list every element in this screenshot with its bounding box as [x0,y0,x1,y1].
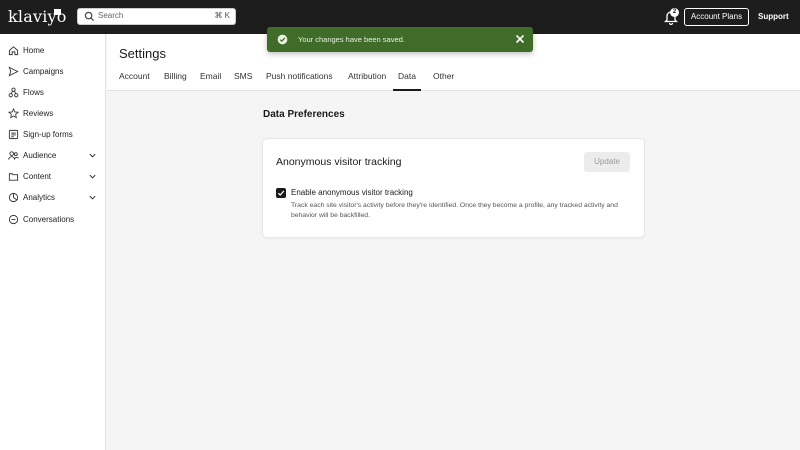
search-input[interactable]: Search ⌘ K [77,8,236,25]
sidebar-item-label: Campaigns [23,67,64,76]
sidebar-item-conversations[interactable]: Conversations [0,211,106,229]
chart-icon [8,192,19,203]
chevron-down-icon [89,174,96,179]
chat-icon [8,214,19,225]
tab-attribution[interactable]: Attribution [348,71,386,91]
notifications-badge: 2 [670,8,679,17]
sidebar-item-audience[interactable]: Audience [0,147,106,165]
home-icon [8,46,19,56]
search-icon [84,11,95,22]
anonymous-tracking-card: Anonymous visitor tracking Update Enable… [263,139,644,237]
folder-icon [8,173,19,181]
sidebar-item-label: Reviews [23,109,54,118]
search-shortcut: ⌘ K [214,11,230,20]
tab-other[interactable]: Other [433,71,454,91]
main-content: Settings Account Billing Email SMS Push … [107,34,800,450]
checkbox-description: Track each site visitor's activity befor… [291,202,618,219]
toast-message: Your changes have been saved. [298,35,405,44]
tab-data[interactable]: Data [393,71,421,91]
tab-push-notifications[interactable]: Push notifications [266,71,333,91]
support-link[interactable]: Support [758,12,789,21]
tab-sms[interactable]: SMS [234,71,252,91]
sidebar-item-label: Flows [23,88,44,97]
sidebar-item-home[interactable]: Home [0,42,106,60]
logo-flag-icon [54,9,61,15]
tab-email[interactable]: Email [200,71,221,91]
card-title: Anonymous visitor tracking [276,156,402,168]
send-icon [8,66,19,77]
form-icon [8,129,19,140]
sidebar-item-label: Analytics [23,193,56,202]
sidebar-item-reviews[interactable]: Reviews [0,105,106,123]
checkbox-label[interactable]: Enable anonymous visitor tracking [291,188,413,197]
sidebar-item-content[interactable]: Content [0,168,106,186]
flows-icon [8,87,19,98]
tab-account[interactable]: Account [119,71,150,91]
checkmark-icon [277,190,285,196]
sidebar-item-label: Sign-up forms [23,130,73,139]
anonymous-tracking-checkbox[interactable] [276,188,286,198]
chevron-down-icon [89,195,96,200]
sidebar-item-label: Content [23,172,52,181]
account-plans-button[interactable]: Account Plans [684,8,749,26]
sidebar-item-flows[interactable]: Flows [0,84,106,102]
success-check-icon [277,34,288,45]
search-placeholder: Search [98,11,124,20]
page-title: Settings [119,46,166,61]
sidebar-item-analytics[interactable]: Analytics [0,189,106,207]
tab-billing[interactable]: Billing [164,71,187,91]
sidebar-item-label: Audience [23,151,57,160]
star-icon [8,108,19,119]
sidebar: Home Campaigns Flows Reviews Sign-up for… [0,34,106,450]
sidebar-item-label: Conversations [23,215,75,224]
chevron-down-icon [89,153,96,158]
sidebar-item-campaigns[interactable]: Campaigns [0,63,106,81]
close-icon[interactable] [514,33,526,45]
people-icon [8,151,19,160]
success-toast: Your changes have been saved. [267,27,533,52]
sidebar-item-label: Home [23,46,45,55]
section-title: Data Preferences [263,109,345,120]
sidebar-item-signup-forms[interactable]: Sign-up forms [0,126,106,144]
update-button[interactable]: Update [584,152,630,172]
